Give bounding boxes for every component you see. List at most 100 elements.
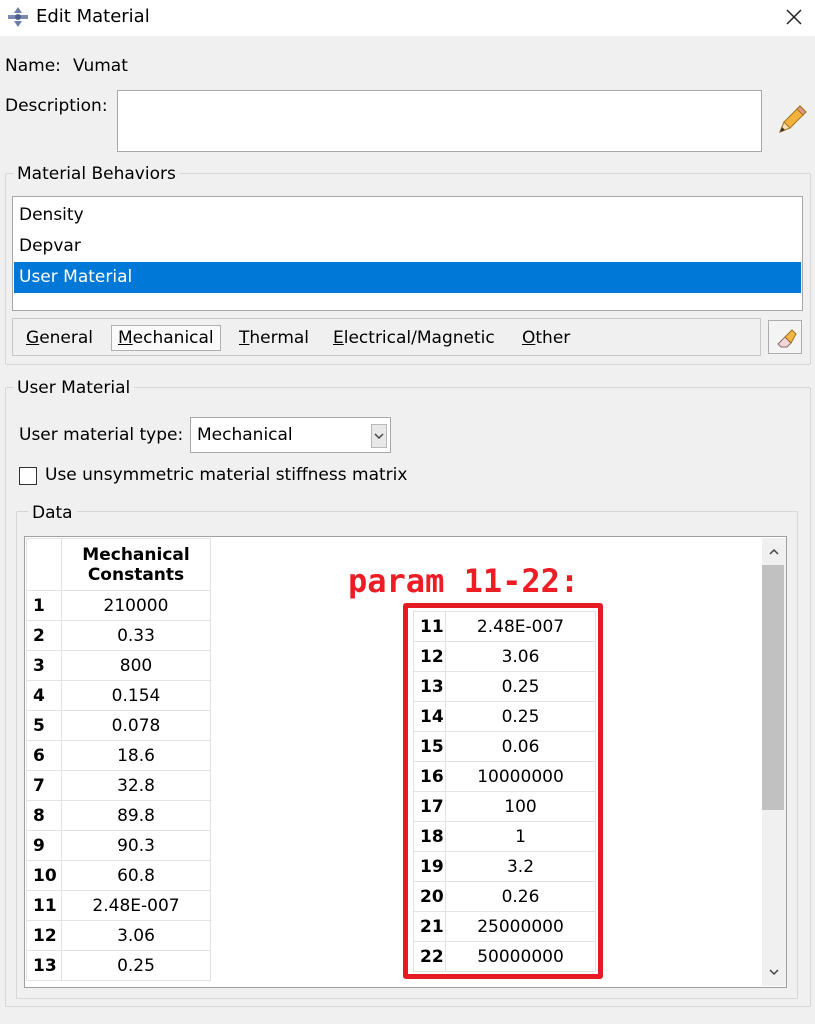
table-row: 18 1 [413,821,596,852]
table-row: 22 50000000 [413,941,596,972]
behavior-menu-bar: General Mechanical Thermal Electrical/Ma… [12,318,761,356]
value-cell[interactable]: 0.26 [445,881,596,912]
row-number[interactable]: 2 [26,620,62,651]
column-header[interactable]: Mechanical Constants [61,538,211,591]
value-cell[interactable]: 0.078 [61,710,211,741]
row-number[interactable]: 5 [26,710,62,741]
value-cell[interactable]: 2.48E-007 [61,890,211,921]
row-number[interactable]: 12 [26,920,62,951]
chevron-down-icon[interactable] [371,424,387,448]
value-cell[interactable]: 3.2 [445,851,596,882]
value-cell[interactable]: 50000000 [445,941,596,972]
scroll-up-button[interactable] [762,540,786,564]
value-cell[interactable]: 1 [445,821,596,852]
value-cell[interactable]: 10000000 [445,761,596,792]
row-number[interactable]: 16 [413,761,446,792]
name-row: Name: Vumat [5,56,128,76]
unsymmetric-checkbox[interactable] [19,467,37,485]
value-cell[interactable]: 18.6 [61,740,211,771]
user-material-type-select[interactable]: Mechanical [190,417,391,453]
table-row: 11 2.48E-007 [413,611,596,642]
table-row: 17 100 [413,791,596,822]
pencil-icon[interactable] [774,102,808,138]
name-value: Vumat [73,56,128,76]
row-number[interactable]: 13 [26,950,62,981]
row-number[interactable]: 15 [413,731,446,762]
table-row: 11 2.48E-007 [26,890,211,921]
menu-thermal[interactable]: Thermal [233,325,315,351]
table-row: 7 32.8 [26,770,211,801]
table-row: 2 0.33 [26,620,211,651]
unsymmetric-label: Use unsymmetric material stiffness matri… [45,465,408,485]
behavior-item-user-material[interactable]: User Material [14,262,801,293]
row-number[interactable]: 14 [413,701,446,732]
description-field[interactable] [117,90,762,152]
value-cell[interactable]: 2.48E-007 [445,611,596,642]
title-bar: Edit Material [0,0,815,36]
scroll-thumb[interactable] [762,565,784,810]
value-cell[interactable]: 90.3 [61,830,211,861]
table-row: 16 10000000 [413,761,596,792]
menu-electrical-magnetic[interactable]: Electrical/Magnetic [327,325,501,351]
value-cell[interactable]: 0.06 [445,731,596,762]
table-row: 12 3.06 [26,920,211,951]
scroll-down-button[interactable] [762,960,786,984]
behavior-item-density[interactable]: Density [14,200,801,231]
row-number[interactable]: 8 [26,800,62,831]
value-cell[interactable]: 100 [445,791,596,822]
table-header-row: Mechanical Constants [26,538,211,591]
value-cell[interactable]: 210000 [61,590,211,621]
user-material-title: User Material [13,378,135,398]
delete-behavior-button[interactable] [768,320,802,354]
table-row: 10 60.8 [26,860,211,891]
name-label: Name: [5,56,61,76]
row-number[interactable]: 13 [413,671,446,702]
value-cell[interactable]: 89.8 [61,800,211,831]
menu-other[interactable]: Other [516,325,576,351]
row-number[interactable]: 19 [413,851,446,882]
value-cell[interactable]: 800 [61,650,211,681]
row-number[interactable]: 11 [26,890,62,921]
table-row: 15 0.06 [413,731,596,762]
row-number[interactable]: 7 [26,770,62,801]
value-cell[interactable]: 0.154 [61,680,211,711]
behavior-item-depvar[interactable]: Depvar [14,231,801,262]
value-cell[interactable]: 0.25 [61,950,211,981]
value-cell[interactable]: 0.25 [445,701,596,732]
close-button[interactable] [782,4,806,30]
row-number[interactable]: 20 [413,881,446,912]
value-cell[interactable]: 0.33 [61,620,211,651]
value-cell[interactable]: 3.06 [445,641,596,672]
menu-general[interactable]: General [20,325,99,351]
row-number[interactable]: 12 [413,641,446,672]
value-cell[interactable]: 32.8 [61,770,211,801]
table-row: 13 0.25 [26,950,211,981]
value-cell[interactable]: 3.06 [61,920,211,951]
window-title: Edit Material [36,6,150,27]
row-number[interactable]: 17 [413,791,446,822]
row-number[interactable]: 1 [26,590,62,621]
row-number[interactable]: 9 [26,830,62,861]
row-number[interactable]: 10 [26,860,62,891]
corner-cell [26,538,62,591]
row-number[interactable]: 21 [413,911,446,942]
table-row: 20 0.26 [413,881,596,912]
value-cell[interactable]: 0.25 [445,671,596,702]
material-behaviors-list[interactable]: Density Depvar User Material [12,196,803,311]
table-row: 19 3.2 [413,851,596,882]
table-row: 21 25000000 [413,911,596,942]
vertical-scrollbar[interactable] [762,538,786,986]
user-material-type-value: Mechanical [197,425,293,445]
row-number[interactable]: 18 [413,821,446,852]
row-number[interactable]: 11 [413,611,446,642]
menu-mechanical[interactable]: Mechanical [111,325,221,351]
row-number[interactable]: 3 [26,650,62,681]
row-number[interactable]: 4 [26,680,62,711]
table-row: 5 0.078 [26,710,211,741]
row-number[interactable]: 22 [413,941,446,972]
row-number[interactable]: 6 [26,740,62,771]
params-11-22-table: 11 2.48E-007 12 3.06 13 0.25 14 0.25 15 0.06 16 100… [413,611,596,972]
value-cell[interactable]: 25000000 [445,911,596,942]
value-cell[interactable]: 60.8 [61,860,211,891]
mechanical-constants-table: Mechanical Constants 1 210000 2 0.33 3 800 4 0.1… [26,538,211,981]
